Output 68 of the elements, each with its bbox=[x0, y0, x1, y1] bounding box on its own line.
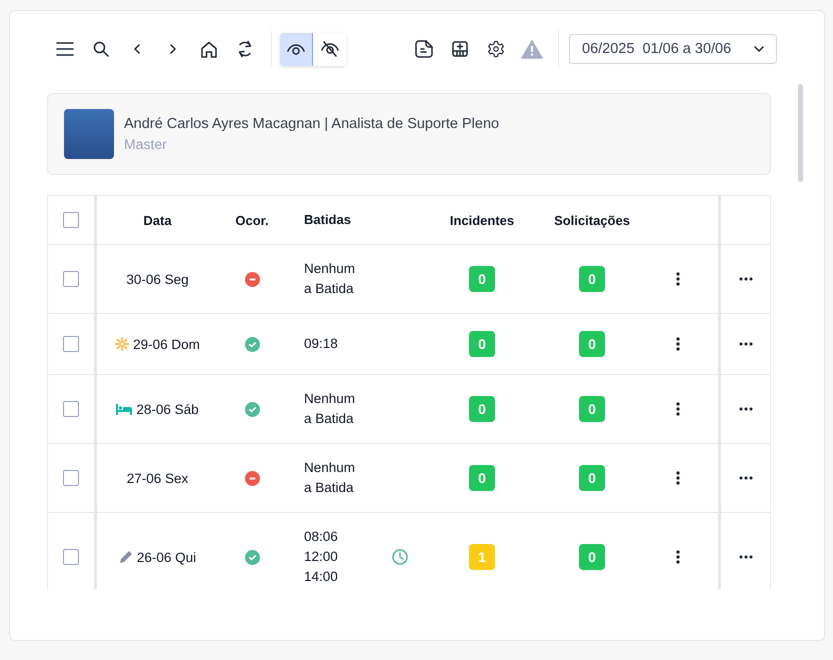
vertical-dots-icon[interactable] bbox=[676, 402, 680, 416]
ellipsis-icon[interactable] bbox=[738, 555, 752, 559]
clock-icon bbox=[392, 549, 408, 565]
checkbox[interactable] bbox=[63, 401, 79, 417]
count-badge: 0 bbox=[579, 465, 605, 491]
date-text: 27-06 Sex bbox=[126, 470, 188, 486]
ellipsis-icon[interactable] bbox=[738, 277, 752, 281]
refresh-icon[interactable] bbox=[236, 40, 254, 58]
bed-icon bbox=[116, 404, 132, 414]
eye-slash-icon bbox=[320, 41, 338, 57]
chevron-down-icon bbox=[754, 46, 764, 52]
view-toggle[interactable] bbox=[280, 32, 313, 66]
count-badge: 0 bbox=[579, 396, 605, 422]
pencil-icon bbox=[118, 550, 133, 564]
count-badge: 0 bbox=[579, 544, 605, 570]
count-badge: 1 bbox=[469, 544, 495, 570]
count-badge: 0 bbox=[469, 331, 495, 357]
punch-list: Nenhum a Batida bbox=[304, 389, 356, 429]
sun-icon bbox=[115, 337, 130, 351]
column-header: Data bbox=[143, 212, 172, 228]
search-icon[interactable] bbox=[93, 41, 109, 57]
checkbox[interactable] bbox=[63, 336, 79, 352]
punch-list: Nenhum a Batida bbox=[304, 458, 356, 498]
check-circle-icon bbox=[244, 402, 260, 416]
chevron-left-icon[interactable] bbox=[133, 43, 141, 55]
checkbox[interactable] bbox=[63, 212, 79, 228]
date-text: 26-06 Qui bbox=[136, 550, 196, 564]
check-circle-icon bbox=[244, 336, 260, 352]
ellipsis-icon[interactable] bbox=[738, 342, 752, 346]
vertical-dots-icon[interactable] bbox=[676, 272, 680, 286]
photo-placeholder bbox=[64, 109, 114, 159]
eye-icon bbox=[287, 43, 305, 55]
employee-role: Master bbox=[124, 136, 168, 152]
count-badge: 0 bbox=[469, 465, 495, 491]
settings-icon[interactable] bbox=[487, 40, 505, 58]
date-text: 28-06 Sáb bbox=[136, 402, 199, 416]
ellipsis-icon[interactable] bbox=[738, 476, 752, 480]
count-badge: 0 bbox=[579, 266, 605, 292]
document-icon[interactable] bbox=[415, 40, 433, 58]
count-badge: 0 bbox=[579, 331, 605, 357]
column-header: Batidas bbox=[304, 211, 351, 229]
menu-icon[interactable] bbox=[56, 42, 74, 56]
count-badge: 0 bbox=[469, 266, 495, 292]
ellipsis-icon[interactable] bbox=[738, 407, 752, 411]
period-select[interactable]: 06/2025 01/06 a 30/06 bbox=[569, 34, 777, 64]
vertical-dots-icon[interactable] bbox=[676, 471, 680, 485]
view-toggle[interactable] bbox=[313, 32, 346, 66]
calculator-icon[interactable] bbox=[452, 41, 468, 57]
column-header: Ocor. bbox=[235, 212, 269, 228]
checkbox[interactable] bbox=[63, 549, 79, 565]
punch-list: Nenhum a Batida bbox=[304, 259, 356, 299]
vertical-dots-icon[interactable] bbox=[676, 550, 680, 564]
count-badge: 0 bbox=[469, 396, 495, 422]
date-text: 30-06 Seg bbox=[126, 272, 189, 286]
employee-name: André Carlos Ayres Macagnan | Analista de Suporte Pleno bbox=[124, 116, 500, 132]
punch-list: 09:18 bbox=[304, 334, 338, 354]
column-header: Solicitações bbox=[554, 212, 630, 228]
checkbox[interactable] bbox=[63, 271, 79, 287]
vertical-dots-icon[interactable] bbox=[676, 337, 680, 351]
chevron-right-icon[interactable] bbox=[169, 43, 177, 55]
punch-list: 08:06 12:00 14:00 bbox=[304, 527, 338, 587]
date-text: 29-06 Dom bbox=[133, 336, 200, 352]
home-icon[interactable] bbox=[201, 40, 217, 58]
minus-circle-icon bbox=[244, 470, 260, 486]
checkbox[interactable] bbox=[63, 470, 79, 486]
minus-circle-icon bbox=[244, 272, 260, 286]
check-circle-icon bbox=[244, 550, 260, 564]
column-header: Incidentes bbox=[450, 212, 514, 228]
